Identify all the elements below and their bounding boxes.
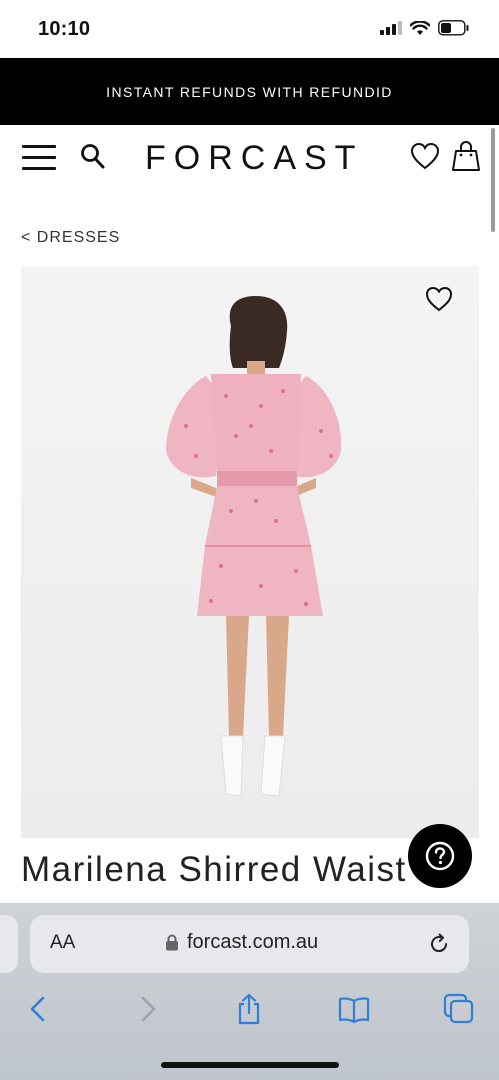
shopping-bag-icon[interactable] (451, 140, 481, 172)
product-wishlist-heart-icon[interactable] (425, 286, 453, 312)
browser-bar: AA forcast.com.au (0, 903, 499, 1080)
reload-icon[interactable] (427, 932, 451, 956)
site-header: FORCAST (0, 125, 499, 197)
lock-icon (166, 934, 178, 951)
help-button[interactable] (408, 824, 472, 888)
share-icon[interactable] (232, 992, 266, 1026)
search-icon[interactable] (80, 143, 106, 171)
signal-icon (380, 21, 402, 35)
bookmarks-icon[interactable] (337, 992, 371, 1026)
product-image[interactable] (21, 266, 479, 838)
url-display[interactable]: forcast.com.au (165, 931, 318, 954)
breadcrumb-dresses[interactable]: < DRESSES (21, 229, 120, 247)
url-text: forcast.com.au (187, 931, 319, 953)
browser-toolbar (0, 987, 499, 1037)
battery-icon (438, 20, 469, 36)
hamburger-line (22, 167, 56, 170)
back-icon[interactable] (22, 992, 56, 1026)
tabs-icon[interactable] (442, 992, 476, 1026)
site-logo[interactable]: FORCAST (145, 139, 363, 178)
hamburger-line (22, 145, 56, 148)
status-icons (380, 20, 469, 36)
forward-icon[interactable] (130, 992, 164, 1026)
status-bar: 10:10 (0, 0, 499, 58)
text-size-button[interactable]: AA (50, 932, 75, 954)
page-scrollbar[interactable] (491, 128, 495, 232)
home-indicator[interactable] (161, 1062, 339, 1068)
promo-banner[interactable]: INSTANT REFUNDS WITH REFUNDID (0, 58, 499, 125)
address-bar[interactable]: AA forcast.com.au (30, 915, 469, 973)
hamburger-line (22, 156, 56, 159)
wishlist-heart-icon[interactable] (410, 142, 440, 172)
promo-text: INSTANT REFUNDS WITH REFUNDID (106, 83, 393, 100)
wifi-icon (410, 20, 430, 35)
menu-button[interactable] (22, 145, 56, 171)
model-illustration (166, 296, 342, 797)
product-title: Marilena Shirred Waist (21, 850, 407, 889)
status-time: 10:10 (38, 18, 91, 40)
question-mark-icon (425, 841, 455, 871)
previous-tab[interactable] (0, 915, 18, 973)
